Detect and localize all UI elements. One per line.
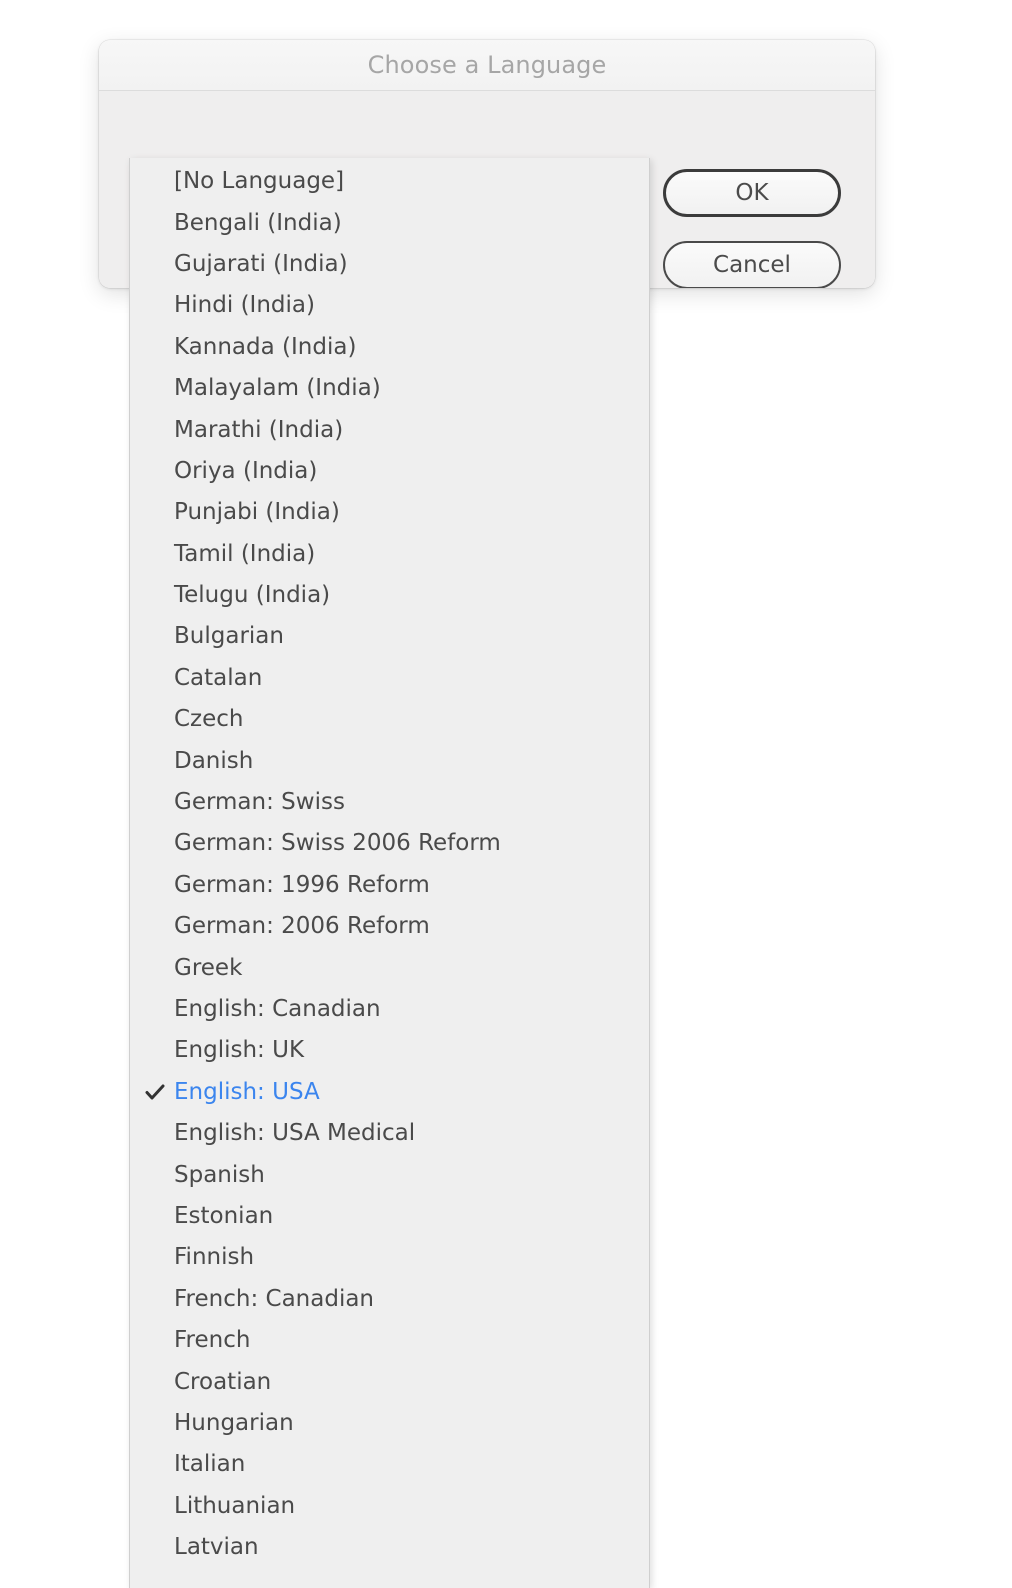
dropdown-item[interactable]: Spanish	[130, 1154, 649, 1195]
dropdown-item-label: English: USA Medical	[174, 1122, 415, 1145]
dropdown-item-label: Danish	[174, 750, 253, 773]
dropdown-item[interactable]: Hungarian	[130, 1403, 649, 1444]
dropdown-item[interactable]: Bengali (India)	[130, 202, 649, 243]
dropdown-item-label: Lithuanian	[174, 1495, 295, 1518]
dropdown-item-label: English: UK	[174, 1039, 304, 1062]
dropdown-item[interactable]: Latvian	[130, 1527, 649, 1568]
dropdown-item-label: Hungarian	[174, 1412, 294, 1435]
dropdown-item[interactable]: Danish	[130, 740, 649, 781]
dropdown-item-label: Kannada (India)	[174, 336, 356, 359]
dropdown-item-label: Marathi (India)	[174, 419, 343, 442]
dropdown-item-label: Bengali (India)	[174, 212, 342, 235]
dropdown-item[interactable]: Punjabi (India)	[130, 492, 649, 533]
cancel-button[interactable]: Cancel	[663, 241, 841, 288]
dropdown-item[interactable]: Gujarati (India)	[130, 244, 649, 285]
dropdown-item-label: Czech	[174, 708, 244, 731]
dropdown-item-label: English: USA	[174, 1081, 320, 1104]
dropdown-item-label: French	[174, 1329, 250, 1352]
dropdown-item[interactable]: English: USA Medical	[130, 1113, 649, 1154]
dropdown-item-label: Catalan	[174, 667, 262, 690]
dropdown-item[interactable]: Greek	[130, 947, 649, 988]
dropdown-item-label: German: 2006 Reform	[174, 915, 430, 938]
dropdown-item-label: Estonian	[174, 1205, 273, 1228]
dropdown-item-label: Telugu (India)	[174, 584, 330, 607]
dropdown-item-label: German: 1996 Reform	[174, 874, 430, 897]
dropdown-item[interactable]: English: Canadian	[130, 989, 649, 1030]
dropdown-item[interactable]: English: USA	[130, 1072, 649, 1113]
dropdown-item[interactable]: English: UK	[130, 1030, 649, 1071]
dropdown-item[interactable]: German: Swiss	[130, 782, 649, 823]
dropdown-item[interactable]: Italian	[130, 1444, 649, 1485]
dropdown-item-label: Spanish	[174, 1164, 265, 1187]
dropdown-item-label: Bulgarian	[174, 625, 284, 648]
dropdown-item[interactable]: Bulgarian	[130, 616, 649, 657]
dropdown-item-label: Oriya (India)	[174, 460, 317, 483]
dropdown-item-label: Italian	[174, 1453, 245, 1476]
dropdown-item[interactable]: Hindi (India)	[130, 285, 649, 326]
dropdown-item[interactable]: Kannada (India)	[130, 327, 649, 368]
dropdown-item-label: Latvian	[174, 1536, 259, 1559]
dropdown-item[interactable]: Malayalam (India)	[130, 368, 649, 409]
dropdown-item[interactable]: Lithuanian	[130, 1486, 649, 1527]
checkmark-icon	[144, 1082, 174, 1102]
dropdown-item-label: Gujarati (India)	[174, 253, 348, 276]
ok-button[interactable]: OK	[663, 169, 841, 217]
ok-button-label: OK	[735, 182, 768, 205]
dropdown-item-label: French: Canadian	[174, 1288, 374, 1311]
dropdown-item[interactable]: Croatian	[130, 1361, 649, 1402]
dropdown-item[interactable]: French	[130, 1320, 649, 1361]
dropdown-item[interactable]: Marathi (India)	[130, 409, 649, 450]
dropdown-item[interactable]: Czech	[130, 699, 649, 740]
dropdown-item-label: German: Swiss 2006 Reform	[174, 832, 501, 855]
dropdown-item[interactable]: [No Language]	[130, 161, 649, 202]
dropdown-item-label: English: Canadian	[174, 998, 381, 1021]
dropdown-item[interactable]: Catalan	[130, 658, 649, 699]
language-dropdown-list[interactable]: [No Language] Bengali (India) Gujarati (In…	[129, 158, 650, 1588]
dialog-titlebar: Choose a Language	[99, 40, 875, 91]
dropdown-item-label: Malayalam (India)	[174, 377, 381, 400]
dropdown-item-label: [No Language]	[174, 170, 344, 193]
dropdown-item[interactable]: German: 2006 Reform	[130, 906, 649, 947]
dropdown-item-label: Punjabi (India)	[174, 501, 340, 524]
dropdown-item-label: Greek	[174, 957, 242, 980]
dropdown-item[interactable]: Finnish	[130, 1237, 649, 1278]
dropdown-item[interactable]: Telugu (India)	[130, 575, 649, 616]
dropdown-item[interactable]: German: Swiss 2006 Reform	[130, 823, 649, 864]
dropdown-item[interactable]: German: 1996 Reform	[130, 865, 649, 906]
dropdown-item-label: Croatian	[174, 1371, 271, 1394]
dropdown-item-label: Finnish	[174, 1246, 254, 1269]
dropdown-item[interactable]: Estonian	[130, 1196, 649, 1237]
dropdown-item[interactable]: Tamil (India)	[130, 534, 649, 575]
dropdown-item-label: Tamil (India)	[174, 543, 315, 566]
dropdown-item-label: German: Swiss	[174, 791, 345, 814]
dropdown-item[interactable]: Oriya (India)	[130, 451, 649, 492]
dropdown-item-label: Hindi (India)	[174, 294, 315, 317]
cancel-button-label: Cancel	[713, 254, 791, 277]
dialog-title: Choose a Language	[368, 53, 607, 77]
dropdown-item[interactable]: French: Canadian	[130, 1279, 649, 1320]
